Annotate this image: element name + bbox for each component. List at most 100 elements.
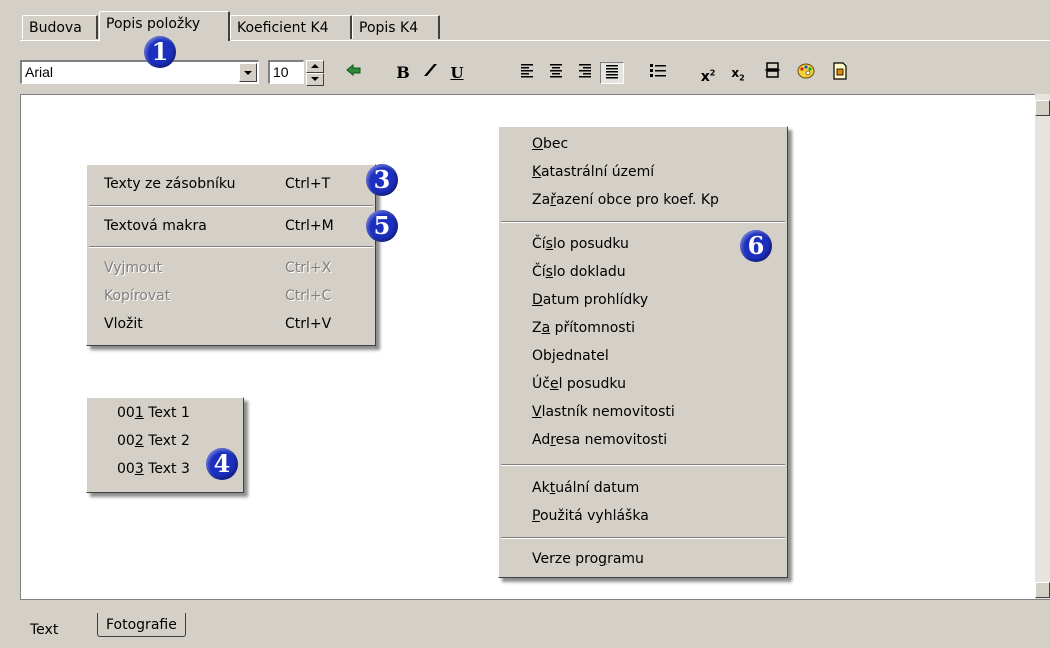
callout-badge: 5 (366, 210, 398, 242)
align-center-icon (550, 64, 562, 78)
undo-button[interactable] (342, 62, 366, 84)
menu-item-cislo-dokladu[interactable]: Číslo dokladu (499, 259, 787, 285)
menu-item-textova-makra[interactable]: Textová makra Ctrl+M (87, 213, 375, 239)
label-accelerator: K (532, 164, 541, 180)
menu-item-label: Účel posudku (532, 371, 626, 397)
menu-item-label: Vlastník nemovitosti (532, 399, 675, 425)
menu-item-za-pritomnosti[interactable]: Za přítomnosti (499, 315, 787, 341)
align-center-button[interactable] (544, 62, 568, 84)
label-accelerator: a (541, 320, 551, 336)
underline-icon: U (450, 64, 464, 82)
menu-item-aktualni-datum[interactable]: Aktuální datum (499, 475, 787, 501)
label-accelerator: e (549, 376, 559, 392)
bullet-list-button[interactable] (646, 62, 670, 84)
menu-item-label: Vložit (104, 316, 143, 332)
menu-item-vlastnik-nemovitosti[interactable]: Vlastník nemovitosti (499, 399, 787, 425)
label-accelerator: g (598, 551, 608, 567)
menu-item-pouzita-vyhlaska[interactable]: Použitá vyhláška (499, 503, 787, 529)
spin-up-icon[interactable] (306, 60, 324, 73)
font-name-select[interactable]: Arial (20, 60, 259, 84)
label-part: lastník nemovitosti (541, 404, 675, 420)
font-size-spinner[interactable] (306, 60, 324, 86)
insert-icon (833, 62, 847, 80)
label-accelerator: P (532, 508, 540, 524)
menu-item-ucel-posudku[interactable]: Účel posudku (499, 371, 787, 397)
label-part: uální datum (555, 480, 640, 496)
editor-context-menu: Texty ze zásobníku Ctrl+T Textová makra … (86, 164, 376, 346)
menu-item-objednatel[interactable]: Objednatel (499, 343, 787, 369)
menu-item-texty-ze-zasobniku[interactable]: Texty ze zásobníku Ctrl+T (87, 171, 375, 197)
label-part: atastrální území (540, 164, 655, 180)
superscript-button[interactable]: x2 (696, 62, 720, 85)
tab-koeficient-k4[interactable]: Koeficient K4 (230, 15, 352, 39)
align-left-button[interactable] (516, 62, 540, 84)
menu-item-vyjmout: Vyjmout Ctrl+X (87, 255, 375, 281)
scroll-up-icon[interactable] (1035, 100, 1050, 116)
align-right-button[interactable] (572, 62, 596, 84)
superscript-icon: x2 (700, 68, 716, 85)
menu-item-vlozit[interactable]: Vložit Ctrl+V (87, 311, 375, 337)
menu-item-label: Zařazení obce pro koef. Kp (532, 187, 719, 213)
scroll-down-icon[interactable] (1035, 582, 1050, 598)
label-part: 00 (117, 405, 135, 421)
menu-item-obec[interactable]: Obec (499, 131, 787, 157)
menu-item-shortcut: Ctrl+T (285, 176, 331, 192)
tab-budova[interactable]: Budova (22, 15, 98, 39)
font-size-input[interactable]: 10 (268, 60, 304, 84)
menu-item-adresa-nemovitosti[interactable]: Adresa nemovitosti (499, 427, 787, 453)
tab-popis-k4[interactable]: Popis K4 (352, 15, 440, 39)
menu-item-verze-programu[interactable]: Verze programu (499, 546, 787, 572)
subscript-icon: x2 (731, 66, 745, 83)
page-break-button[interactable] (761, 62, 785, 84)
label-part: l posudku (558, 376, 626, 392)
tab-text[interactable]: Text (22, 617, 67, 645)
label-part: Ob (532, 348, 552, 364)
label-part: Text 1 (143, 405, 190, 421)
menu-item-text-1[interactable]: 001 Text 1 (87, 400, 243, 426)
menu-item-shortcut: Ctrl+M (285, 218, 334, 234)
subscript-button[interactable]: x2 (726, 62, 750, 84)
align-justify-button[interactable] (600, 62, 624, 84)
tab-label: Text (30, 622, 59, 638)
bold-button[interactable]: B (391, 62, 415, 84)
vertical-scrollbar[interactable] (1035, 94, 1050, 599)
tab-fotografie[interactable]: Fotografie (97, 613, 186, 637)
label-part: Čí (532, 236, 546, 252)
callout-badge: 6 (740, 230, 772, 262)
italic-button[interactable] (418, 62, 442, 84)
tab-label: Popis K4 (359, 20, 419, 36)
underline-button[interactable]: U (445, 62, 469, 84)
label-part: Z (532, 320, 542, 336)
menu-item-shortcut: Ctrl+X (285, 260, 332, 276)
label-part: Ad (532, 432, 551, 448)
menu-separator (501, 464, 785, 466)
tab-label: Budova (29, 20, 82, 36)
menu-item-label: Katastrální území (532, 159, 654, 185)
bold-icon: B (396, 63, 410, 82)
bullet-list-icon (650, 64, 666, 77)
align-justify-icon (606, 65, 618, 79)
palette-button[interactable] (794, 62, 818, 84)
menu-item-label: Verze programu (532, 546, 644, 572)
spin-down-icon[interactable] (306, 73, 324, 86)
menu-item-label: Datum prohlídky (532, 287, 648, 313)
menu-item-label: Číslo dokladu (532, 259, 626, 285)
chevron-down-icon[interactable] (239, 63, 257, 82)
menu-separator (89, 205, 373, 207)
menu-item-shortcut: Ctrl+V (285, 316, 332, 332)
menu-separator (501, 221, 785, 223)
label-accelerator: 1 (134, 405, 144, 421)
menu-item-label: 002 Text 2 (117, 428, 190, 454)
tab-label: Koeficient K4 (237, 20, 329, 36)
font-size-value: 10 (273, 64, 289, 80)
menu-item-label: Kopírovat (104, 288, 171, 304)
menu-item-datum-prohlidky[interactable]: Datum prohlídky (499, 287, 787, 313)
menu-item-kopirovat: Kopírovat Ctrl+C (87, 283, 375, 309)
label-part: esa nemovitosti (555, 432, 668, 448)
label-part: ednatel (555, 348, 609, 364)
menu-item-katastralni-uzemi[interactable]: Katastrální území (499, 159, 787, 185)
page-break-icon (765, 62, 780, 78)
label-part: Ak (532, 480, 550, 496)
insert-button[interactable] (828, 62, 852, 84)
menu-item-zarazeni-obce[interactable]: Zařazení obce pro koef. Kp (499, 187, 787, 213)
